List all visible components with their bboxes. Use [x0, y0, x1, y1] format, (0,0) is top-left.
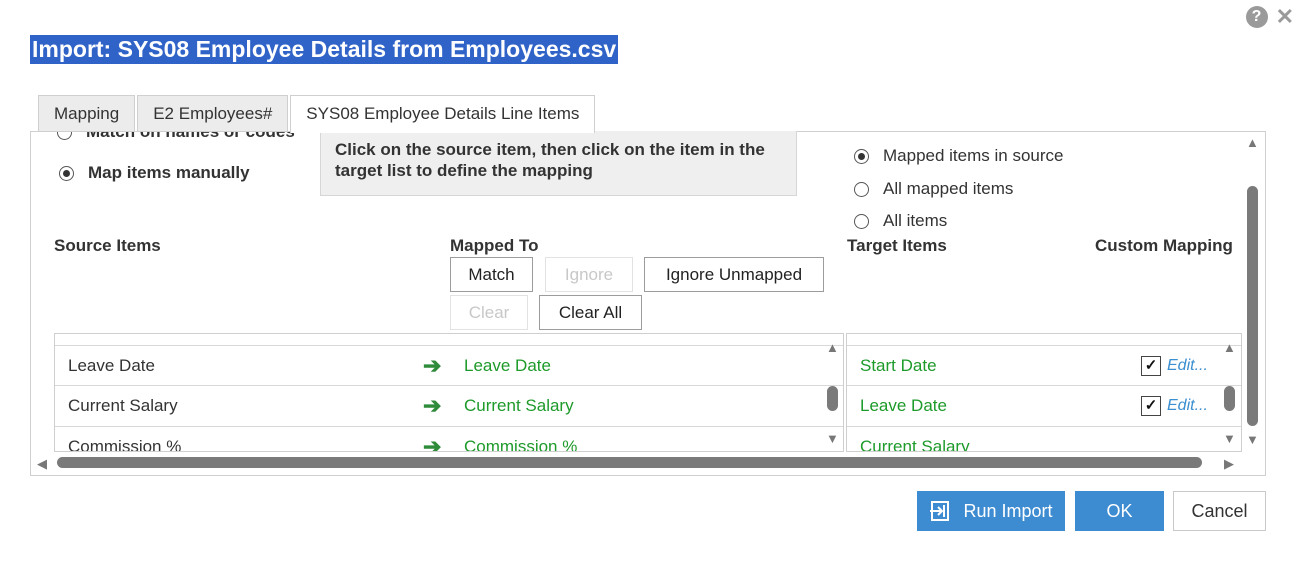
scroll-up-icon[interactable]: ▲	[1246, 136, 1259, 149]
tab-line-items[interactable]: SYS08 Employee Details Line Items	[290, 95, 596, 133]
scroll-thumb[interactable]	[827, 386, 838, 411]
arrow-right-icon: ➔	[423, 434, 442, 452]
filter-label: All items	[883, 211, 948, 230]
scroll-thumb[interactable]	[1224, 386, 1235, 411]
ok-button[interactable]: OK	[1075, 491, 1164, 531]
checkbox-checked-icon[interactable]: ✓	[1141, 356, 1161, 376]
scroll-up-icon[interactable]: ▲	[826, 341, 839, 354]
table-row[interactable]: Current Salary	[847, 426, 1241, 451]
match-names-label: Match on names or codes	[86, 131, 295, 141]
source-item[interactable]: Current Salary	[68, 386, 178, 426]
panel-horizontal-scrollbar[interactable]: ◀ ▶	[31, 455, 1265, 473]
tab-e2-employees[interactable]: E2 Employees#	[137, 95, 289, 131]
scroll-thumb[interactable]	[1247, 186, 1258, 426]
target-items-header: Target Items	[847, 236, 947, 255]
match-button[interactable]: Match	[450, 257, 533, 292]
scroll-down-icon[interactable]: ▼	[826, 432, 839, 445]
run-import-button[interactable]: Run Import	[917, 491, 1065, 531]
target-grid: Start Date ✓ Edit... Leave Date ✓ Edit..…	[846, 333, 1242, 452]
tab-bar: Mapping E2 Employees# SYS08 Employee Det…	[38, 95, 596, 133]
window-controls: ? ✕	[1245, 6, 1294, 28]
map-manually-option[interactable]: Map items manually	[59, 163, 250, 183]
arrow-right-icon: ➔	[423, 393, 442, 418]
source-grid: Leave Date ➔ Leave Date Current Salary ➔…	[54, 333, 844, 452]
edit-link[interactable]: Edit...	[1167, 346, 1208, 386]
radio-selected-icon[interactable]	[59, 165, 74, 181]
table-row[interactable]: Leave Date ➔ Leave Date	[55, 345, 843, 386]
target-vertical-scrollbar[interactable]: ▲ ▼	[1222, 334, 1236, 451]
table-row[interactable]: Leave Date ✓ Edit...	[847, 385, 1241, 426]
clear-button[interactable]: Clear	[450, 295, 528, 330]
scroll-left-icon[interactable]: ◀	[37, 457, 47, 470]
arrow-right-icon: ➔	[423, 353, 442, 378]
clear-all-button[interactable]: Clear All	[539, 295, 642, 330]
filter-all-items[interactable]: All items	[854, 211, 947, 231]
scroll-down-icon[interactable]: ▼	[1223, 432, 1236, 445]
custom-mapping-header: Custom Mapping	[1095, 236, 1233, 255]
radio-selected-icon[interactable]	[854, 148, 869, 164]
radio-icon[interactable]	[57, 132, 72, 140]
table-row[interactable]: Start Date ✓ Edit...	[847, 345, 1241, 386]
match-names-option[interactable]: Match on names or codes	[57, 131, 295, 142]
filter-label: All mapped items	[883, 179, 1014, 198]
scroll-right-icon[interactable]: ▶	[1224, 457, 1234, 470]
import-icon	[930, 501, 950, 521]
close-icon[interactable]: ✕	[1276, 6, 1294, 28]
mapping-hint: Click on the source item, then click on …	[320, 131, 797, 196]
panel-vertical-scrollbar[interactable]: ▲ ▼	[1245, 132, 1259, 452]
ignore-unmapped-button[interactable]: Ignore Unmapped	[644, 257, 824, 292]
edit-link[interactable]: Edit...	[1167, 386, 1208, 426]
mapped-item[interactable]: Commission %	[464, 427, 577, 451]
run-import-label: Run Import	[963, 501, 1053, 521]
cancel-button[interactable]: Cancel	[1173, 491, 1266, 531]
mapped-to-header: Mapped To	[450, 236, 539, 255]
filter-label: Mapped items in source	[883, 146, 1064, 165]
filter-all-mapped[interactable]: All mapped items	[854, 179, 1013, 199]
checkbox-checked-icon[interactable]: ✓	[1141, 396, 1161, 416]
scroll-thumb[interactable]	[57, 457, 1202, 468]
tab-mapping[interactable]: Mapping	[38, 95, 136, 131]
target-item[interactable]: Leave Date	[860, 386, 947, 426]
table-row[interactable]: Commission % ➔ Commission %	[55, 426, 843, 452]
scroll-up-icon[interactable]: ▲	[1223, 341, 1236, 354]
target-item[interactable]: Start Date	[860, 346, 937, 386]
radio-icon[interactable]	[854, 213, 869, 229]
mapped-item[interactable]: Leave Date	[464, 346, 551, 386]
scroll-down-icon[interactable]: ▼	[1246, 433, 1259, 446]
source-items-header: Source Items	[54, 236, 161, 255]
target-item[interactable]: Current Salary	[860, 427, 970, 451]
source-item[interactable]: Leave Date	[68, 346, 155, 386]
ignore-button[interactable]: Ignore	[545, 257, 633, 292]
source-vertical-scrollbar[interactable]: ▲ ▼	[825, 334, 839, 451]
table-row[interactable]: Current Salary ➔ Current Salary	[55, 385, 843, 426]
help-icon[interactable]: ?	[1245, 6, 1268, 28]
source-item[interactable]: Commission %	[68, 427, 181, 451]
filter-mapped-in-source[interactable]: Mapped items in source	[854, 146, 1063, 166]
map-manually-label: Map items manually	[88, 163, 250, 182]
dialog-title: Import: SYS08 Employee Details from Empl…	[30, 35, 619, 64]
radio-icon[interactable]	[854, 181, 869, 197]
mapped-item[interactable]: Current Salary	[464, 386, 574, 426]
